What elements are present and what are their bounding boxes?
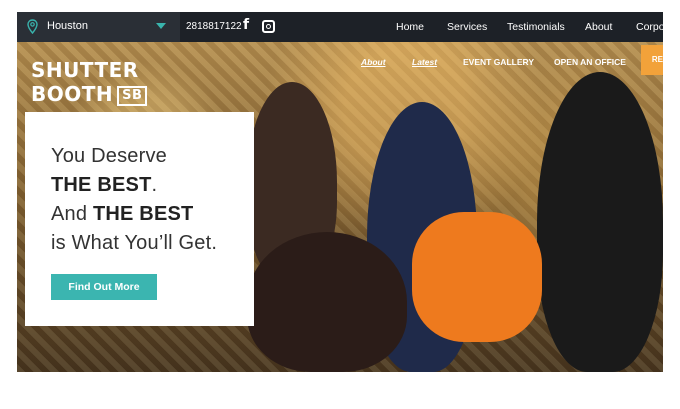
- hero-card: You Deserve THE BEST. And THE BEST is Wh…: [25, 112, 254, 326]
- subnav-about[interactable]: About: [361, 57, 386, 67]
- instagram-icon[interactable]: [262, 20, 275, 33]
- tagline-and: And: [51, 203, 93, 225]
- location-label: Houston: [47, 20, 88, 32]
- nav-home[interactable]: Home: [396, 21, 424, 33]
- hero-tagline: You Deserve THE BEST. And THE BEST is Wh…: [51, 142, 217, 258]
- reserve-tab-button[interactable]: RE: [641, 45, 663, 75]
- subnav-event-gallery[interactable]: EVENT GALLERY: [463, 57, 534, 67]
- top-bar: Houston 2818817122 f Home Services Testi…: [17, 12, 663, 42]
- location-pin-icon: [27, 19, 38, 34]
- shutterbooth-logo[interactable]: SHUTTER BOOTH SB: [31, 58, 148, 106]
- logo-line-2: BOOTH: [31, 82, 114, 106]
- logo-badge: SB: [117, 85, 148, 106]
- hero-photo-person: [537, 72, 663, 372]
- tagline-bold-2: THE BEST: [92, 203, 194, 225]
- nav-services[interactable]: Services: [447, 21, 487, 33]
- tagline-period: .: [151, 174, 158, 196]
- chevron-down-icon[interactable]: [156, 23, 166, 29]
- find-out-more-button[interactable]: Find Out More: [51, 274, 157, 300]
- clownfish-prop: [412, 212, 542, 342]
- subnav-latest[interactable]: Latest: [412, 57, 437, 67]
- tagline-line-1: You Deserve: [51, 145, 167, 167]
- location-selector[interactable]: Houston: [17, 12, 180, 42]
- nav-about[interactable]: About: [585, 21, 612, 33]
- tagline-line-4: is What You’ll Get.: [51, 232, 218, 254]
- phone-number[interactable]: 2818817122: [186, 21, 242, 32]
- tagline-bold-1: THE BEST: [51, 174, 152, 196]
- hero-photo-person: [247, 232, 407, 372]
- nav-testimonials[interactable]: Testimonials: [507, 21, 565, 33]
- hero-banner: SHUTTER BOOTH SB About Latest EVENT GALLE…: [17, 42, 663, 372]
- nav-corporate[interactable]: Corpo: [636, 21, 663, 33]
- facebook-icon[interactable]: f: [243, 17, 249, 33]
- logo-line-1: SHUTTER: [31, 58, 139, 82]
- site-frame: Houston 2818817122 f Home Services Testi…: [17, 12, 663, 372]
- subnav-open-an-office[interactable]: OPEN AN OFFICE: [554, 57, 626, 67]
